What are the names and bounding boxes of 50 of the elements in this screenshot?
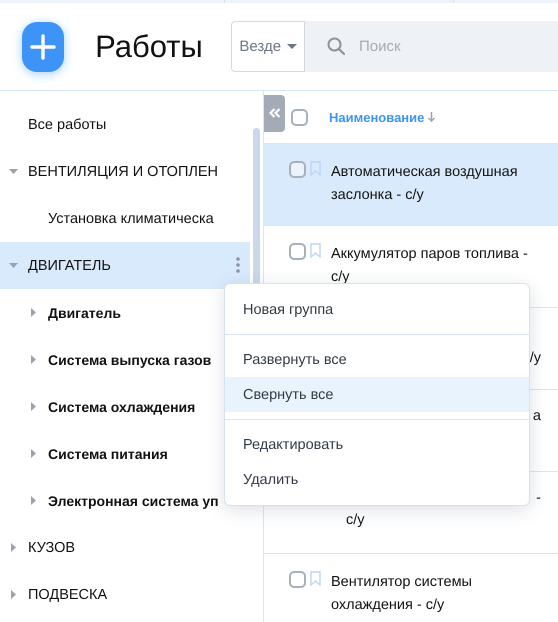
menu-item[interactable]: Развернуть все — [225, 342, 529, 377]
item-name: Аккумулятор паров топлива - с/у — [331, 245, 529, 287]
caret-down-icon[interactable] — [8, 169, 18, 174]
caret-right-icon[interactable] — [30, 308, 36, 317]
menu-item[interactable]: Свернуть все — [225, 377, 529, 412]
item-name: Вентилятор системы охлаждения - с/у — [331, 573, 473, 615]
list-row[interactable]: Вентилятор системы охлаждения - с/у — [264, 554, 558, 622]
caret-right-icon[interactable] — [30, 402, 36, 411]
item-name: а — [532, 408, 541, 424]
more-icon[interactable] — [236, 257, 240, 273]
tree-item[interactable]: Система выпуска газов — [0, 336, 216, 383]
bookmark-icon[interactable] — [310, 571, 321, 586]
tree-item[interactable]: ВЕНТИЛЯЦИЯ И ОТОПЛЕН — [0, 148, 222, 195]
tree-item[interactable]: Система питания — [0, 430, 172, 477]
caret-right-icon[interactable] — [30, 449, 36, 458]
caret-right-icon[interactable] — [30, 496, 36, 505]
tree-item[interactable]: Двигатель — [0, 289, 125, 336]
bookmark-icon[interactable] — [310, 243, 321, 258]
collapse-panel-button[interactable] — [264, 94, 285, 132]
add-button[interactable] — [22, 22, 64, 72]
tree-item[interactable]: Все работы — [0, 101, 110, 148]
scope-dropdown[interactable]: Везде — [231, 21, 305, 72]
double-chevron-left-icon — [268, 108, 280, 118]
caret-right-icon[interactable] — [10, 543, 16, 552]
caret-down-icon[interactable] — [8, 263, 18, 268]
select-all-checkbox[interactable] — [291, 108, 308, 126]
tree-item[interactable]: КУЗОВ — [0, 524, 80, 571]
caret-right-icon[interactable] — [30, 355, 36, 364]
menu-item[interactable]: Редактировать — [225, 427, 529, 462]
item-name: с/у — [346, 512, 365, 528]
plus-icon — [30, 34, 56, 60]
row-checkbox[interactable] — [289, 161, 306, 178]
item-name: - — [536, 490, 541, 506]
tree-item[interactable]: Система охлаждения — [0, 383, 200, 430]
tree-item[interactable]: ДВИГАТЕЛЬ — [0, 242, 250, 289]
list-row[interactable]: Автоматическая воздушная заслонка - с/у — [264, 144, 558, 226]
sort-down-icon[interactable] — [428, 112, 436, 122]
tree-item[interactable]: ПОДВЕСКА — [0, 571, 112, 618]
menu-item[interactable]: Удалить — [225, 462, 529, 497]
search-icon — [327, 37, 345, 55]
row-checkbox[interactable] — [289, 243, 306, 260]
row-checkbox[interactable] — [289, 571, 306, 588]
tree-item[interactable]: Электронная система уп — [0, 477, 223, 524]
search-field[interactable]: Поиск — [305, 21, 558, 72]
caret-icon — [287, 44, 298, 49]
item-name: /у — [530, 350, 541, 366]
caret-right-icon[interactable] — [10, 590, 16, 599]
page-title: Работы — [95, 28, 204, 64]
item-name: Автоматическая воздушная заслонка - с/у — [331, 163, 519, 205]
tree-item[interactable]: Установка климатическа — [0, 195, 218, 242]
